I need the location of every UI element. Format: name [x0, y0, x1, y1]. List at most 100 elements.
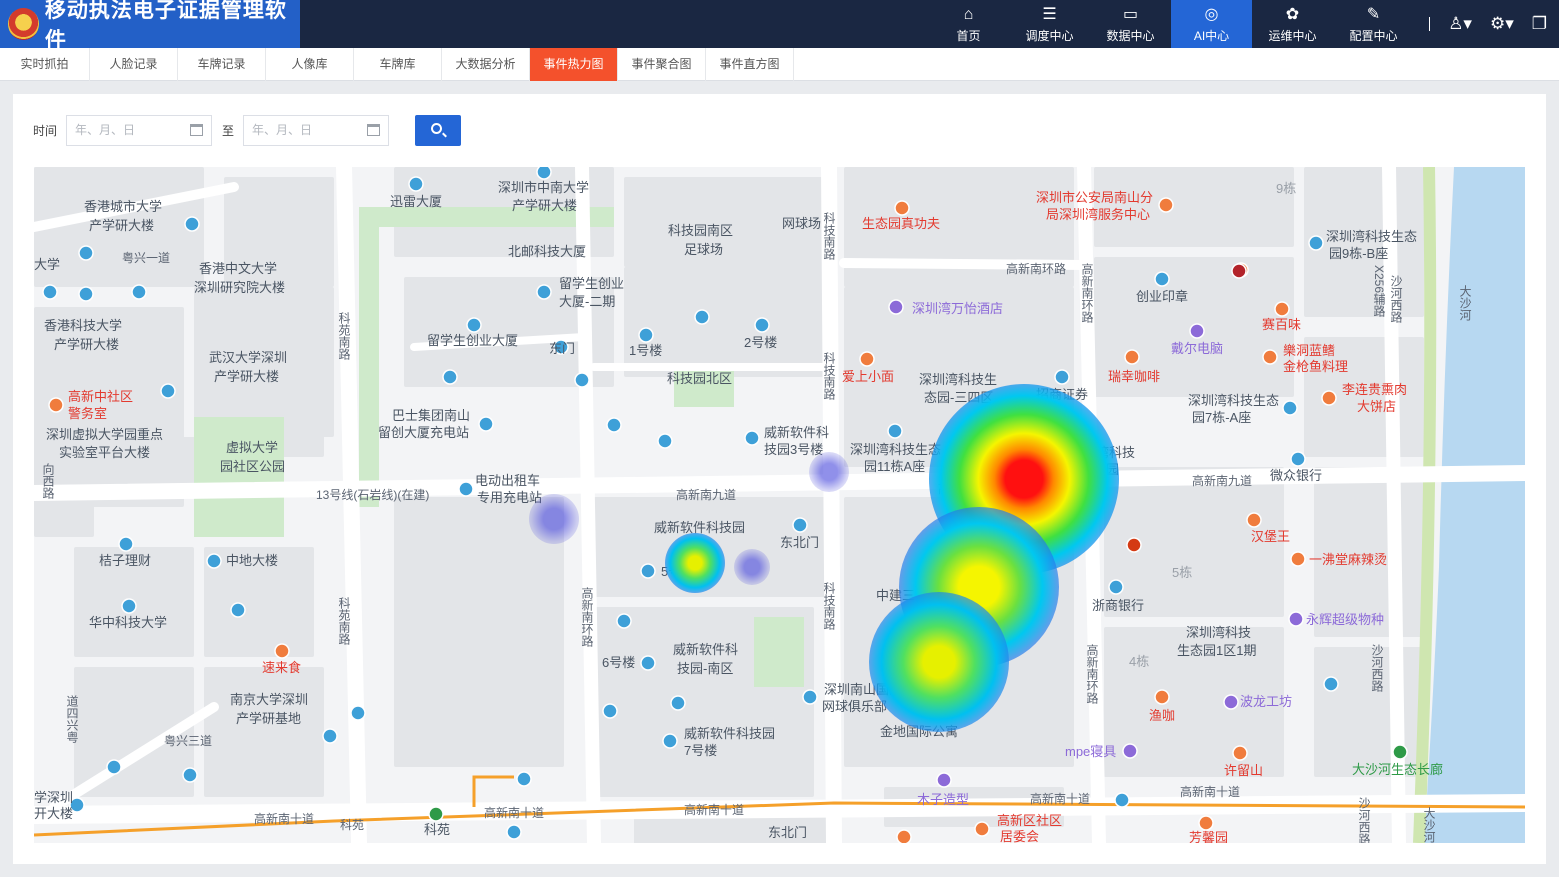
road-label: 科苑南路: [337, 597, 351, 646]
map-poi-marker-icon[interactable]: [78, 286, 94, 302]
map-poi-marker-icon[interactable]: [350, 705, 366, 721]
map-poi-marker-icon[interactable]: [694, 309, 710, 325]
map-poi-marker-icon[interactable]: [638, 327, 654, 343]
map-poi-marker-icon[interactable]: [1262, 349, 1278, 365]
map-poi-marker-icon[interactable]: [1308, 235, 1324, 251]
map-poi-marker-icon[interactable]: [670, 695, 686, 711]
map-poi-marker-icon[interactable]: [1108, 579, 1124, 595]
tab-event-cluster[interactable]: 事件聚合图: [618, 48, 706, 81]
map-poi-marker-icon[interactable]: [274, 643, 290, 659]
search-button[interactable]: [415, 115, 462, 146]
map-poi-marker-icon[interactable]: [640, 655, 656, 671]
map-poi-marker-icon[interactable]: [1154, 271, 1170, 287]
map-poi-marker-icon[interactable]: [662, 733, 678, 749]
map-poi-marker-icon[interactable]: [802, 689, 818, 705]
map-poi-marker-icon[interactable]: [506, 824, 522, 840]
map-poi-marker-icon[interactable]: [1232, 745, 1248, 761]
map-poi-marker-icon[interactable]: [1054, 369, 1070, 385]
map-poi-marker-icon[interactable]: [230, 602, 246, 618]
map-poi-marker-icon[interactable]: [894, 200, 910, 216]
window-icon[interactable]: ❐: [1532, 14, 1547, 34]
map-poi-label: 爱上小面: [842, 369, 894, 384]
nav-data-center[interactable]: ▭ 数据中心: [1090, 0, 1171, 48]
map-poi-marker-icon[interactable]: [1321, 390, 1337, 406]
map-poi-marker-icon[interactable]: [792, 517, 808, 533]
map-poi-marker-icon[interactable]: [478, 416, 494, 432]
map-poi-marker-icon[interactable]: [42, 284, 58, 300]
nav-ai-center[interactable]: ◎ AI中心: [1171, 0, 1252, 48]
map-poi-marker-icon[interactable]: [322, 728, 338, 744]
tab-face-records[interactable]: 人脸记录: [90, 48, 178, 81]
start-date-input[interactable]: 年、月、日: [66, 115, 213, 146]
tab-big-data[interactable]: 大数据分析: [442, 48, 530, 81]
map-poi-marker-icon[interactable]: [428, 806, 444, 822]
map-poi-marker-icon[interactable]: [657, 433, 673, 449]
user-menu-icon[interactable]: ♙▾: [1448, 14, 1472, 34]
tab-event-heatmap[interactable]: 事件热力图: [530, 48, 618, 81]
map-poi-marker-icon[interactable]: [888, 299, 904, 315]
map-poi-marker-icon[interactable]: [616, 613, 632, 629]
map-poi-marker-icon[interactable]: [1282, 400, 1298, 416]
map-poi-label: 科技园北区: [667, 371, 732, 386]
map-poi-marker-icon[interactable]: [118, 536, 134, 552]
map-poi-marker-icon[interactable]: [574, 372, 590, 388]
settings-menu-icon[interactable]: ⚙▾: [1490, 14, 1514, 34]
map-poi-marker-icon[interactable]: [1246, 512, 1262, 528]
map-poi-marker-icon[interactable]: [106, 759, 122, 775]
map-poi-marker-icon[interactable]: [1288, 611, 1304, 627]
nav-home[interactable]: ⌂ 首页: [928, 0, 1009, 48]
map-poi-marker-icon[interactable]: [131, 284, 147, 300]
map-poi-marker-icon[interactable]: [1114, 792, 1130, 808]
map-poi-marker-icon[interactable]: [1158, 197, 1174, 213]
tab-portrait-library[interactable]: 人像库: [266, 48, 354, 81]
map-poi-marker-icon[interactable]: [1323, 676, 1339, 692]
map-poi-marker-icon[interactable]: [442, 369, 458, 385]
map-poi-marker-icon[interactable]: [184, 216, 200, 232]
map-poi-marker-icon[interactable]: [744, 430, 760, 446]
map-poi-marker-icon[interactable]: [121, 598, 137, 614]
map-poi-marker-icon[interactable]: [160, 383, 176, 399]
nav-config-center[interactable]: ✎ 配置中心: [1333, 0, 1414, 48]
map-poi-marker-icon[interactable]: [602, 703, 618, 719]
map-poi-marker-icon[interactable]: [896, 829, 912, 843]
nav-ops-center[interactable]: ✿ 运维中心: [1252, 0, 1333, 48]
map-poi-marker-icon[interactable]: [1223, 694, 1239, 710]
map-poi-marker-icon[interactable]: [1122, 743, 1138, 759]
tab-plate-library[interactable]: 车牌库: [354, 48, 442, 81]
map-poi-marker-icon[interactable]: [408, 176, 424, 192]
road-label: 高新南环路: [1080, 262, 1094, 324]
map-poi-marker-icon[interactable]: [1231, 263, 1247, 279]
map-poi-marker-icon[interactable]: [1126, 537, 1142, 553]
map-poi-marker-icon[interactable]: [606, 417, 622, 433]
end-date-input[interactable]: 年、月、日: [243, 115, 390, 146]
map-poi-marker-icon[interactable]: [1290, 451, 1306, 467]
tab-event-histogram[interactable]: 事件直方图: [706, 48, 794, 81]
map-poi-marker-icon[interactable]: [1290, 551, 1306, 567]
map-poi-marker-icon[interactable]: [1189, 323, 1205, 339]
tab-plate-records[interactable]: 车牌记录: [178, 48, 266, 81]
map-poi-marker-icon[interactable]: [859, 351, 875, 367]
map-poi-marker-icon[interactable]: [536, 284, 552, 300]
map-poi-marker-icon[interactable]: [458, 481, 474, 497]
map-poi-marker-icon[interactable]: [466, 317, 482, 333]
map-poi-marker-icon[interactable]: [936, 772, 952, 788]
tab-realtime-capture[interactable]: 实时抓拍: [0, 48, 90, 81]
map-poi-marker-icon[interactable]: [1154, 689, 1170, 705]
map-poi-marker-icon[interactable]: [182, 767, 198, 783]
nav-dispatch-center[interactable]: ☰ 调度中心: [1009, 0, 1090, 48]
map-poi-marker-icon[interactable]: [974, 821, 990, 837]
map-poi-marker-icon[interactable]: [1124, 349, 1140, 365]
map-view[interactable]: 香港城市大学 产学研大楼 香港中文大学 深圳研究院大楼 香港科技大学 产学研大楼 武汉大学深…: [34, 167, 1525, 843]
map-poi-marker-icon[interactable]: [516, 771, 532, 787]
map-poi-marker-icon[interactable]: [1274, 301, 1290, 317]
map-poi-marker-icon[interactable]: [1392, 744, 1408, 760]
map-poi-marker-icon[interactable]: [48, 397, 64, 413]
map-poi-marker-icon[interactable]: [640, 563, 656, 579]
map-poi-marker-icon[interactable]: [1198, 815, 1214, 831]
map-poi-label: 9栋: [1276, 181, 1296, 196]
map-poi-marker-icon[interactable]: [78, 245, 94, 261]
map-poi-marker-icon[interactable]: [754, 317, 770, 333]
map-poi-marker-icon[interactable]: [206, 553, 222, 569]
map-poi-marker-icon[interactable]: [887, 423, 903, 439]
map-poi-marker-icon[interactable]: [536, 167, 552, 180]
